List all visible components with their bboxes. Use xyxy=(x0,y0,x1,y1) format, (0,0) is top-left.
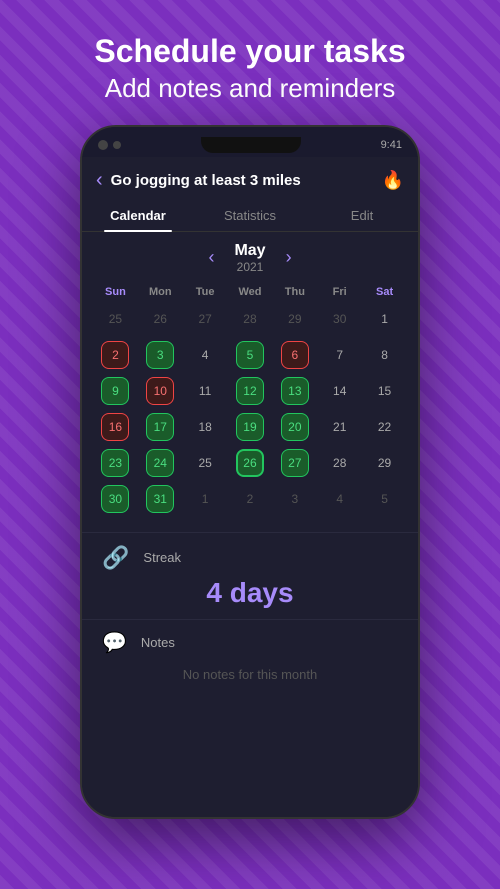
day-header-tue: Tue xyxy=(184,282,227,302)
notes-empty-message: No notes for this month xyxy=(102,661,398,690)
day-header-fri: Fri xyxy=(318,282,361,302)
calendar-day-41[interactable]: 5 xyxy=(363,482,406,516)
task-title: Go jogging at least 3 miles xyxy=(111,172,382,189)
streak-info: Streak xyxy=(143,550,181,565)
calendar-day-6[interactable]: 1 xyxy=(363,302,406,336)
calendar-day-16[interactable]: 11 xyxy=(184,374,227,408)
calendar-day-33[interactable]: 28 xyxy=(318,446,361,480)
calendar-day-14[interactable]: 9 xyxy=(94,374,137,408)
phone-top-bar: 9:41 xyxy=(82,127,418,157)
calendar-day-31[interactable]: 26 xyxy=(229,446,272,480)
calendar-month-name: May xyxy=(234,242,265,260)
calendar-day-22[interactable]: 17 xyxy=(139,410,182,444)
calendar-day-7[interactable]: 2 xyxy=(94,338,137,372)
calendar-day-32[interactable]: 27 xyxy=(273,446,316,480)
phone-frame: 9:41 ‹ Go jogging at least 3 miles 🔥 Cal… xyxy=(80,125,420,819)
calendar-day-35[interactable]: 30 xyxy=(94,482,137,516)
back-button[interactable]: ‹ xyxy=(96,169,103,192)
calendar-day-26[interactable]: 21 xyxy=(318,410,361,444)
task-header: ‹ Go jogging at least 3 miles 🔥 xyxy=(82,157,418,196)
camera-dot-main xyxy=(98,140,108,150)
calendar-day-17[interactable]: 12 xyxy=(229,374,272,408)
calendar-day-4[interactable]: 29 xyxy=(273,302,316,336)
calendar-day-19[interactable]: 14 xyxy=(318,374,361,408)
notes-header: 💬 Notes xyxy=(102,630,398,655)
calendar-day-0[interactable]: 25 xyxy=(94,302,137,336)
streak-label: Streak xyxy=(143,550,181,565)
camera-dot-small xyxy=(113,141,121,149)
calendar-day-28[interactable]: 23 xyxy=(94,446,137,480)
day-header-wed: Wed xyxy=(229,282,272,302)
day-header-sat: Sat xyxy=(363,282,406,302)
notes-section: 💬 Notes No notes for this month xyxy=(82,619,418,700)
calendar-day-8[interactable]: 3 xyxy=(139,338,182,372)
prev-month-button[interactable]: ‹ xyxy=(208,247,214,268)
fire-icon: 🔥 xyxy=(382,170,404,191)
day-header-thu: Thu xyxy=(273,282,316,302)
calendar-year: 2021 xyxy=(234,260,265,274)
streak-section: 🔗 Streak xyxy=(82,532,418,575)
next-month-button[interactable]: › xyxy=(286,247,292,268)
tabs-bar: Calendar Statistics Edit xyxy=(82,200,418,232)
calendar-day-38[interactable]: 2 xyxy=(229,482,272,516)
tab-edit[interactable]: Edit xyxy=(306,200,418,231)
app-content: ‹ Go jogging at least 3 miles 🔥 Calendar… xyxy=(82,157,418,817)
calendar-nav: ‹ May 2021 › xyxy=(94,242,406,274)
calendar-day-11[interactable]: 6 xyxy=(273,338,316,372)
camera-dots xyxy=(98,140,121,150)
tab-statistics[interactable]: Statistics xyxy=(194,200,306,231)
calendar-section: ‹ May 2021 › Sun Mon Tue Wed Thu Fri Sat… xyxy=(82,232,418,526)
header-section: Schedule your tasks Add notes and remind… xyxy=(0,0,500,125)
calendar-day-20[interactable]: 15 xyxy=(363,374,406,408)
calendar-day-24[interactable]: 19 xyxy=(229,410,272,444)
calendar-day-23[interactable]: 18 xyxy=(184,410,227,444)
calendar-day-9[interactable]: 4 xyxy=(184,338,227,372)
header-title: Schedule your tasks xyxy=(20,32,480,70)
calendar-day-3[interactable]: 28 xyxy=(229,302,272,336)
calendar-day-2[interactable]: 27 xyxy=(184,302,227,336)
calendar-day-36[interactable]: 31 xyxy=(139,482,182,516)
header-subtitle: Add notes and reminders xyxy=(20,70,480,106)
calendar-day-27[interactable]: 22 xyxy=(363,410,406,444)
calendar-day-30[interactable]: 25 xyxy=(184,446,227,480)
streak-link-icon: 🔗 xyxy=(102,545,129,571)
day-header-mon: Mon xyxy=(139,282,182,302)
calendar-day-39[interactable]: 3 xyxy=(273,482,316,516)
day-header-sun: Sun xyxy=(94,282,137,302)
notes-label: Notes xyxy=(141,635,175,650)
calendar-grid: Sun Mon Tue Wed Thu Fri Sat xyxy=(94,282,406,302)
calendar-day-1[interactable]: 26 xyxy=(139,302,182,336)
calendar-day-34[interactable]: 29 xyxy=(363,446,406,480)
calendar-day-13[interactable]: 8 xyxy=(363,338,406,372)
calendar-day-40[interactable]: 4 xyxy=(318,482,361,516)
phone-notch xyxy=(201,137,301,153)
calendar-day-12[interactable]: 7 xyxy=(318,338,361,372)
calendar-day-29[interactable]: 24 xyxy=(139,446,182,480)
calendar-day-5[interactable]: 30 xyxy=(318,302,361,336)
calendar-day-18[interactable]: 13 xyxy=(273,374,316,408)
notes-chat-icon: 💬 xyxy=(102,630,127,655)
calendar-day-15[interactable]: 10 xyxy=(139,374,182,408)
calendar-day-37[interactable]: 1 xyxy=(184,482,227,516)
calendar-month-display: May 2021 xyxy=(234,242,265,274)
phone-time: 9:41 xyxy=(381,139,402,151)
streak-value: 4 days xyxy=(82,577,418,619)
calendar-day-25[interactable]: 20 xyxy=(273,410,316,444)
tab-calendar[interactable]: Calendar xyxy=(82,200,194,231)
calendar-day-10[interactable]: 5 xyxy=(229,338,272,372)
calendar-days: 2526272829301234567891011121314151617181… xyxy=(94,302,406,516)
calendar-day-21[interactable]: 16 xyxy=(94,410,137,444)
